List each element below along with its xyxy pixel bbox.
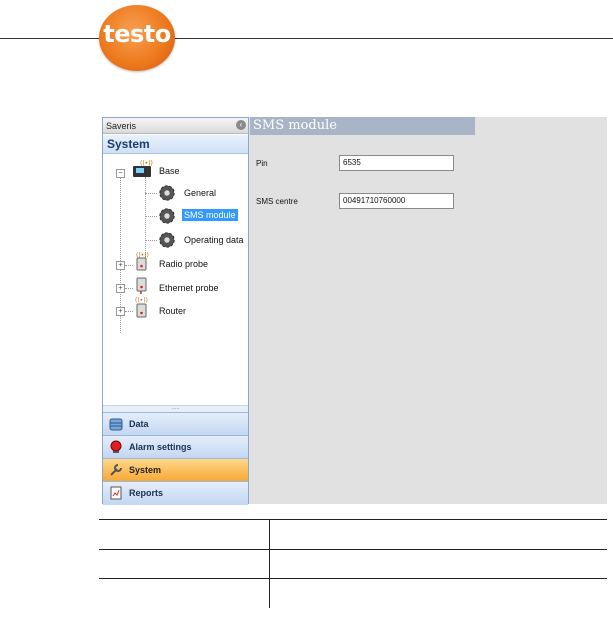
nav-alarm-settings[interactable]: Alarm settings <box>103 435 248 458</box>
nav-data[interactable]: Data <box>103 412 248 435</box>
table-row-line <box>99 578 607 579</box>
radio-probe-expander[interactable]: + <box>116 261 125 270</box>
nav-reports-label: Reports <box>129 488 164 498</box>
tree-line <box>145 216 157 217</box>
gear-icon <box>159 208 175 224</box>
gear-icon <box>159 232 175 248</box>
wrench-icon <box>110 464 122 476</box>
tree-line <box>145 177 146 257</box>
content-title: SMS module <box>250 117 475 135</box>
tree-line <box>145 193 157 194</box>
tree-node-base[interactable]: Base <box>159 166 180 176</box>
panel-title: Saveris <box>106 121 137 131</box>
nav-system[interactable]: System <box>103 458 248 481</box>
nav-data-label: Data <box>129 419 149 429</box>
tree-line <box>145 240 157 241</box>
nav-system-label: System <box>129 465 162 475</box>
base-expander[interactable]: − <box>116 169 125 178</box>
database-icon <box>109 418 123 431</box>
report-icon <box>110 486 122 500</box>
base-station-icon: ((•)) <box>131 159 153 184</box>
pin-label: Pin <box>256 159 268 168</box>
alarm-icon <box>110 440 122 453</box>
sms-centre-field[interactable]: 00491710760000 <box>339 193 454 209</box>
svg-text:((•)): ((•)) <box>135 297 148 304</box>
nav-alarm-settings-label: Alarm settings <box>129 442 192 452</box>
pin-icon[interactable]: ‹ <box>236 120 246 130</box>
tree-line <box>125 265 133 266</box>
table-row-line <box>99 519 607 520</box>
application-window: Saveris ‹ System − ((•)) Base General SM… <box>102 117 607 505</box>
gear-icon <box>159 185 175 201</box>
tree-node-radio-probe[interactable]: Radio probe <box>159 259 208 269</box>
router-expander[interactable]: + <box>116 307 125 316</box>
tree-node-sms-module[interactable]: SMS module <box>182 209 238 221</box>
tree-node-ethernet-probe[interactable]: Ethernet probe <box>159 283 219 293</box>
ethernet-probe-expander[interactable]: + <box>116 284 125 293</box>
table-row-line <box>99 549 607 550</box>
empty-table <box>99 519 607 608</box>
header-rule-left <box>0 38 100 39</box>
nav-reports[interactable]: Reports <box>103 481 248 505</box>
system-tree: − ((•)) Base General SMS module Operatin… <box>103 155 248 405</box>
radio-probe-icon: ((•)) <box>133 251 149 276</box>
content-panel: SMS module Pin 6535 SMS centre 004917107… <box>250 117 607 504</box>
section-title: System <box>103 135 248 154</box>
svg-text:((•)): ((•)) <box>140 160 153 167</box>
router-icon: ((•)) <box>133 296 149 323</box>
tree-line <box>125 311 133 312</box>
tree-line <box>125 288 133 289</box>
testo-logo: testo <box>99 5 175 71</box>
table-column-divider <box>269 519 270 608</box>
pin-field[interactable]: 6535 <box>339 155 454 171</box>
tree-node-operating-data[interactable]: Operating data <box>184 235 244 245</box>
navigation-panel: Saveris ‹ System − ((•)) Base General SM… <box>102 117 249 505</box>
sms-centre-label: SMS centre <box>256 197 298 206</box>
tree-node-router[interactable]: Router <box>159 306 186 316</box>
header-rule-right <box>174 38 613 39</box>
panel-splitter[interactable]: ..... <box>103 405 248 412</box>
tree-node-general[interactable]: General <box>184 188 216 198</box>
panel-titlebar: Saveris ‹ <box>103 118 248 134</box>
